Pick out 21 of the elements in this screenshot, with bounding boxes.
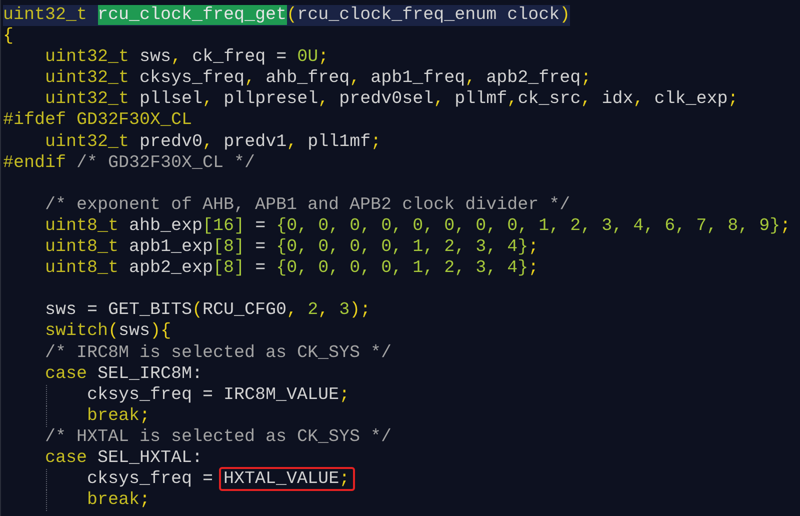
code-line: uint32_t predv0, predv1, pll1mf; [44, 132, 382, 153]
code-line: uint32_t sws, ck_freq = 0U; [44, 47, 329, 68]
code-line: #endif /* GD32F30X_CL */ [3, 152, 256, 174]
code-line: #ifdef GD32F30X_CL [3, 110, 192, 132]
code-line: sws = GET_BITS(RCU_CFG0, 2, 3); [44, 300, 371, 322]
code-line: /* HXTAL is selected as CK_SYS */ [44, 426, 392, 448]
code-line: case SEL_HXTAL: [44, 448, 203, 470]
code-line: /* IRC8M is selected as CK_SYS */ [44, 342, 392, 364]
code-line: { [3, 26, 14, 48]
code-line: uint8_t ahb_exp[16] = {0, 0, 0, 0, 0, 0, 0, 0, 1, 2, 3, 4, 6, 7, 8, 9}; [44, 216, 791, 238]
code-line: uint8_t apb1_exp[8] = {0, 0, 0, 0, 1, 2, 3, 4}; [44, 237, 539, 258]
code-line: /* exponent of AHB, APB1 and APB2 clock divider */ [44, 194, 570, 216]
code-line: uint32_t cksys_freq, ahb_freq, apb1_freq, apb2_freq; [44, 68, 592, 90]
code-line: cksys_freq = HXTAL_VALUE; [3, 469, 355, 490]
code-line: break; [3, 490, 150, 512]
code-line: case SEL_IRC8M: [44, 364, 203, 385]
code-line: uint8_t apb2_exp[8] = {0, 0, 0, 0, 1, 2, 3, 4}; [44, 258, 539, 280]
code-line: break; [3, 406, 150, 427]
code-line: cksys_freq = IRC8M_VALUE; [3, 384, 350, 406]
code-line: uint32_t pllsel, pllpresel, predv0sel, pllmf,ck_src, idx, clk_exp; [44, 89, 738, 110]
code-line: switch(sws){ [44, 321, 172, 342]
